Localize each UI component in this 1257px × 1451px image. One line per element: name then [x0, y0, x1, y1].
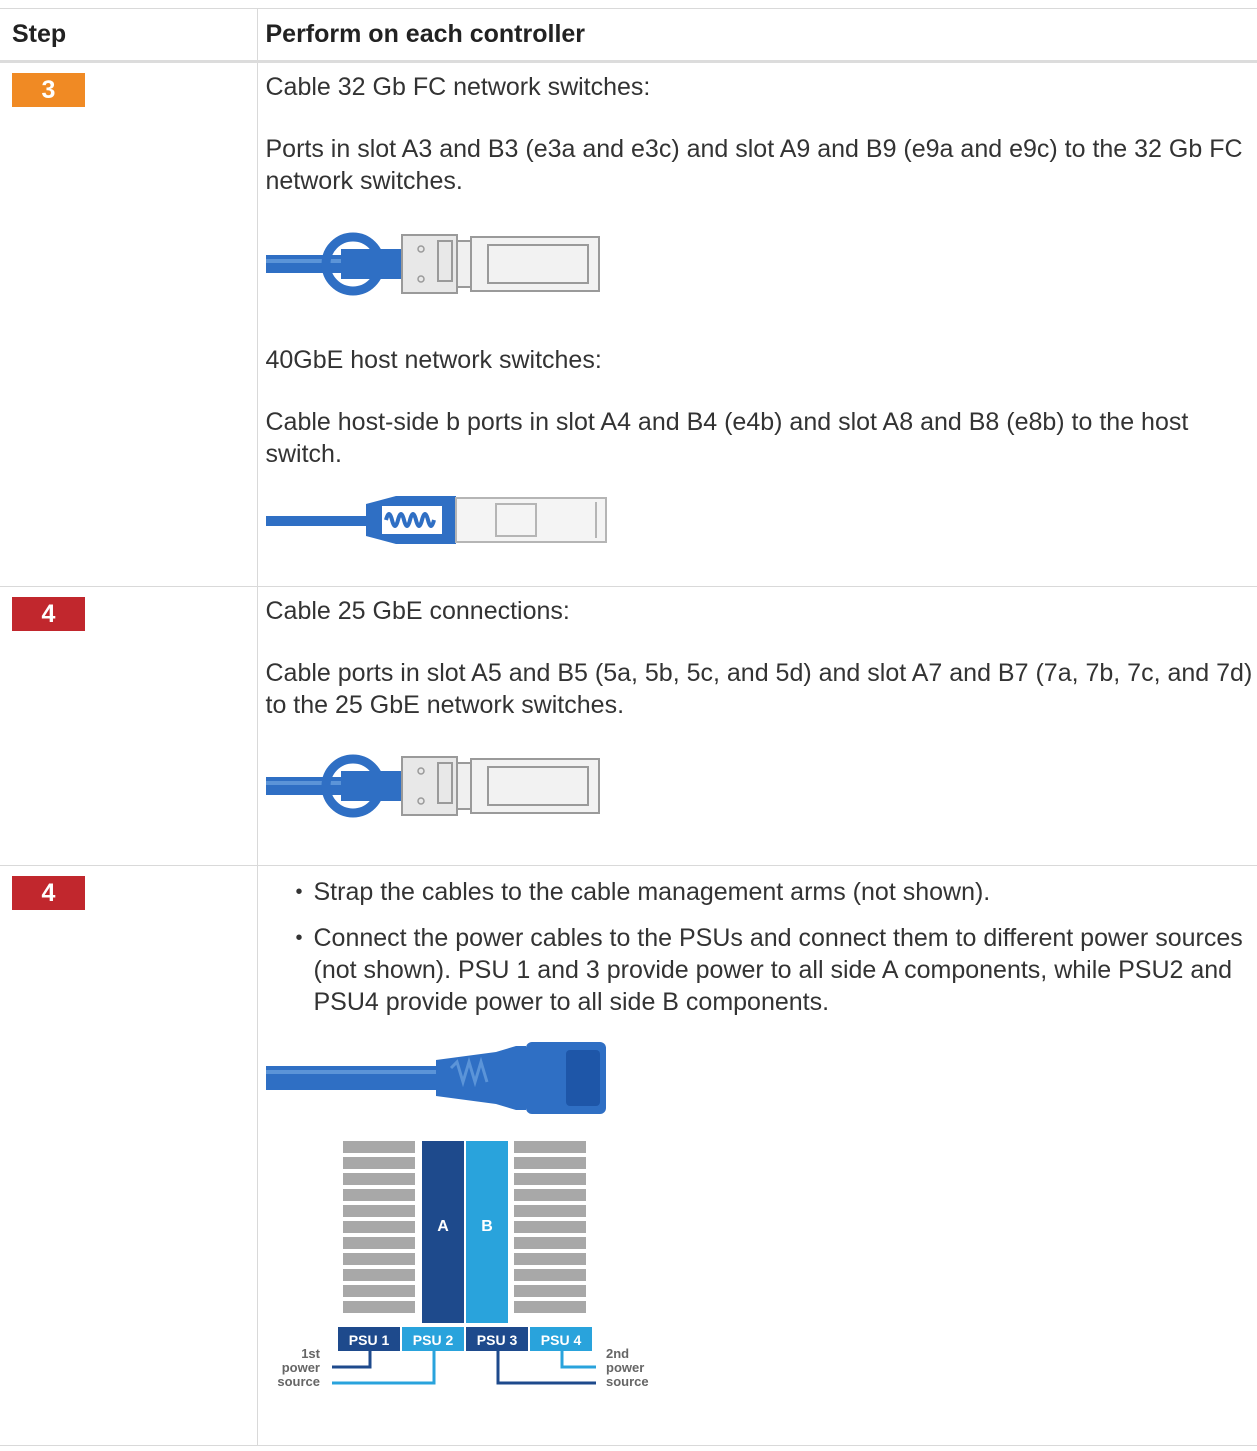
- side-b-label: B: [481, 1218, 493, 1235]
- row-text: Ports in slot A3 and B3 (e3a and e3c) an…: [265, 135, 1243, 195]
- header-step: Step: [0, 8, 257, 63]
- row-text-2: Cable host-side b ports in slot A4 and B…: [265, 408, 1189, 468]
- sfp-cable-icon: [265, 232, 600, 296]
- psu-4-label: PSU 4: [540, 1332, 581, 1348]
- psu-1-label: PSU 1: [348, 1332, 389, 1348]
- list-item: Strap the cables to the cable management…: [296, 876, 1257, 908]
- step-cell: 3: [0, 61, 257, 587]
- source2-line2: power: [606, 1360, 644, 1375]
- power-cable-icon: [265, 1042, 606, 1114]
- side-a-label: A: [437, 1218, 449, 1235]
- table-row: 3 Cable 32 Gb FC network switches: Ports…: [0, 61, 1257, 587]
- table-row: 4 Cable 25 GbE connections: Cable ports …: [0, 586, 1257, 866]
- psu-2-label: PSU 2: [412, 1332, 453, 1348]
- sfp-cable-icon: [265, 754, 600, 818]
- step-badge: 4: [12, 597, 85, 631]
- table-row: 4 Strap the cables to the cable manageme…: [0, 865, 1257, 1446]
- fins-right: [513, 1141, 586, 1313]
- psu-3-label: PSU 3: [476, 1332, 517, 1348]
- row-heading: Cable 25 GbE connections:: [265, 597, 570, 625]
- table-header-row: Step Perform on each controller: [0, 8, 1257, 63]
- step-badge: 4: [12, 876, 85, 910]
- step-cell: 4: [0, 865, 257, 1446]
- qsfp-cable-icon: [265, 496, 607, 544]
- steps-table: Step Perform on each controller 3 Cable …: [0, 8, 1257, 1446]
- instruction-list: Strap the cables to the cable management…: [266, 876, 1257, 1018]
- fins-left: [342, 1141, 415, 1313]
- source2-line1: 2nd: [606, 1346, 629, 1361]
- source1-line3: source: [277, 1374, 320, 1389]
- step-badge: 3: [12, 73, 85, 107]
- row-heading-2: 40GbE host network switches:: [265, 346, 602, 374]
- instruction-cell: Cable 25 GbE connections: Cable ports in…: [256, 586, 1257, 866]
- instruction-cell: Strap the cables to the cable management…: [256, 865, 1257, 1446]
- list-item: Connect the power cables to the PSUs and…: [296, 922, 1257, 1018]
- psu-diagram: A B PSU 1 PSU 2 PSU 3 PSU 4 1st power so…: [277, 1141, 649, 1389]
- step-cell: 4: [0, 586, 257, 866]
- source1-line1: 1st: [301, 1346, 320, 1361]
- header-perform: Perform on each controller: [256, 8, 1257, 63]
- row-text: Cable ports in slot A5 and B5 (5a, 5b, 5…: [265, 659, 1253, 719]
- row-heading: Cable 32 Gb FC network switches:: [265, 73, 651, 101]
- source2-line3: source: [606, 1374, 649, 1389]
- instruction-cell: Cable 32 Gb FC network switches: Ports i…: [256, 61, 1257, 587]
- source1-line2: power: [281, 1360, 319, 1375]
